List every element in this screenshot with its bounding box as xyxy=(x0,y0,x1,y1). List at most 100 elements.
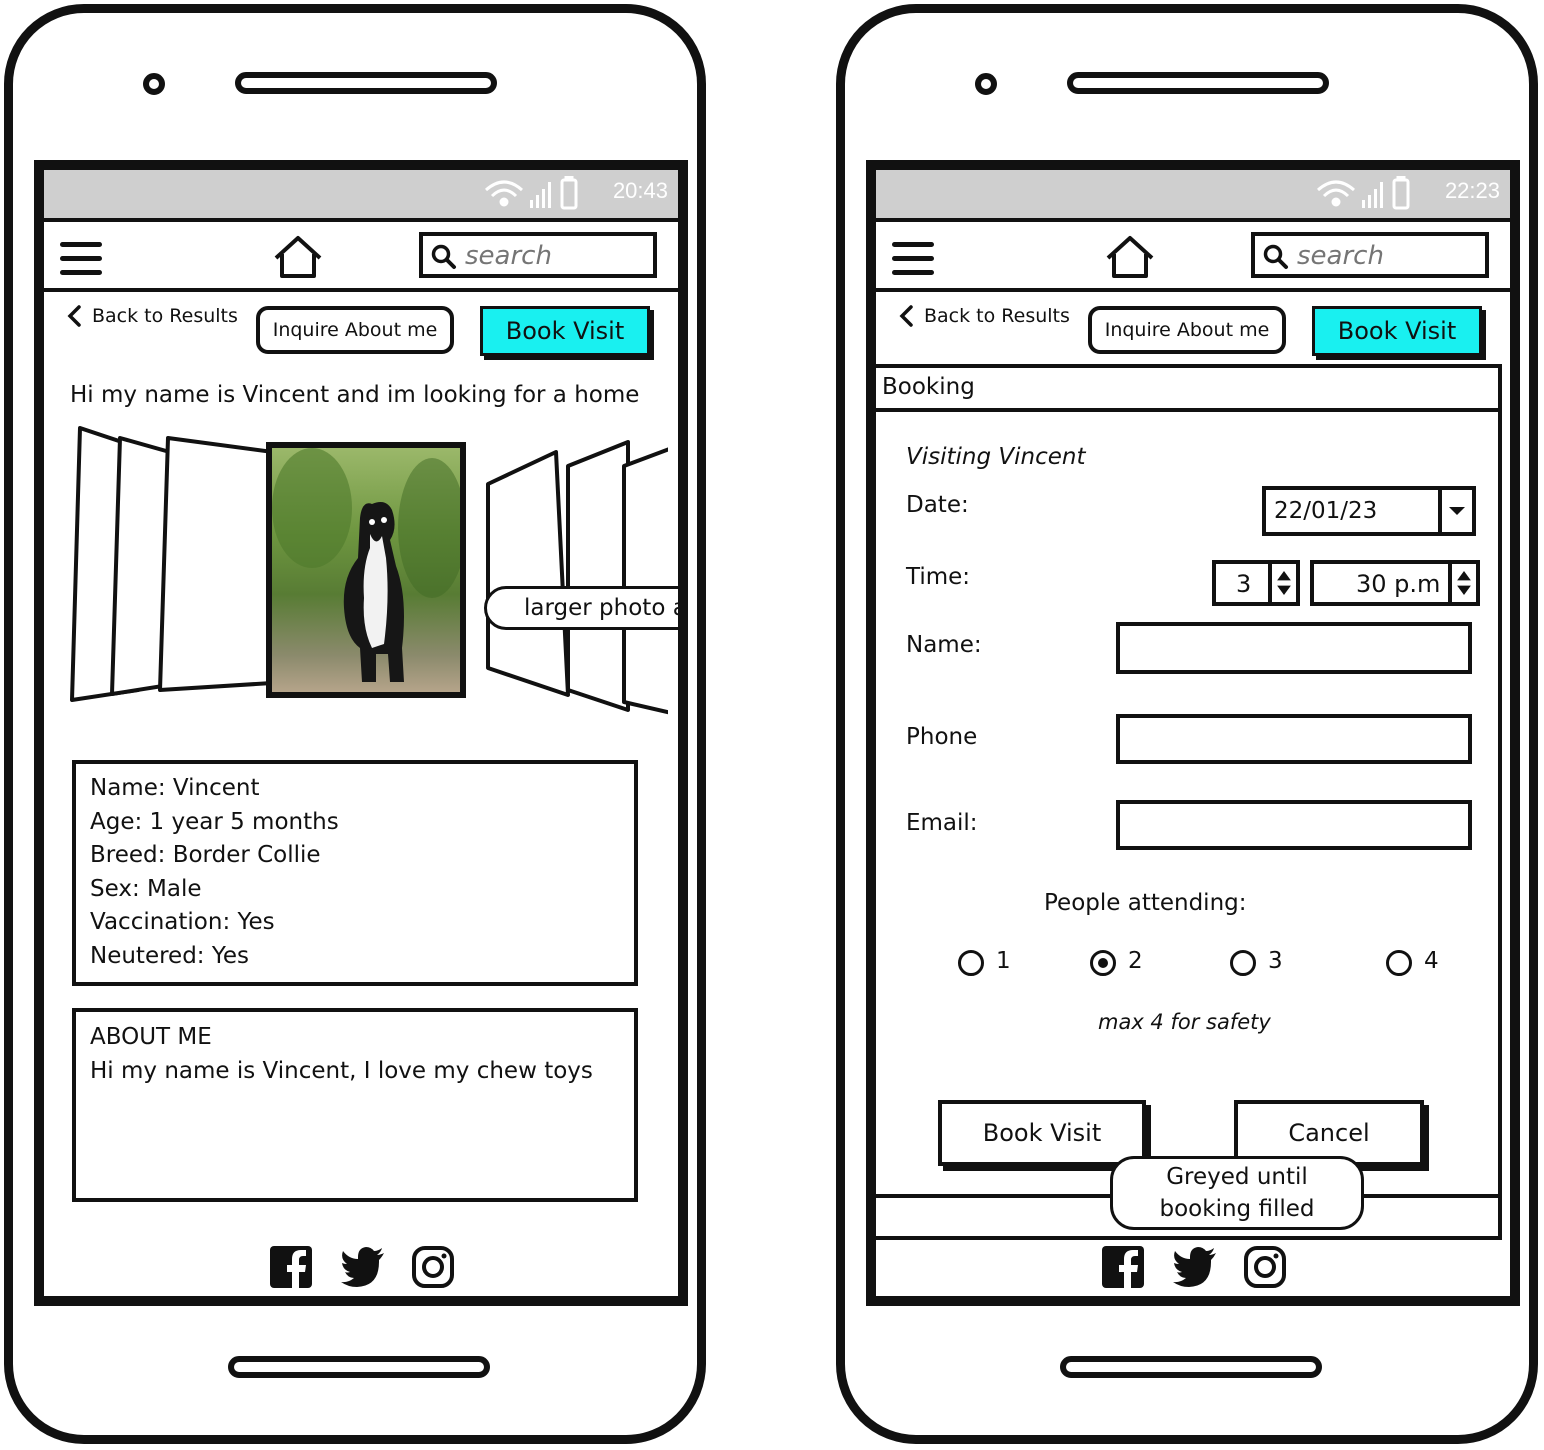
booking-title: Booking xyxy=(882,374,975,400)
status-bar: 20:43 xyxy=(44,170,678,218)
radio-1[interactable] xyxy=(958,950,984,976)
back-label: Back to Results xyxy=(924,305,1070,327)
radio-4[interactable] xyxy=(1386,950,1412,976)
search-icon xyxy=(431,244,456,269)
phone-label: Phone xyxy=(906,724,978,750)
chevron-down-icon[interactable] xyxy=(1438,490,1472,532)
battery-icon xyxy=(1392,176,1410,210)
phone-field[interactable] xyxy=(1116,714,1472,764)
search-icon xyxy=(1263,244,1288,269)
search-input[interactable] xyxy=(463,240,647,272)
search-box[interactable] xyxy=(1251,232,1489,278)
detail-neutered: Neutered: Yes xyxy=(90,942,249,969)
camera-icon xyxy=(975,73,997,95)
radio-3[interactable] xyxy=(1230,950,1256,976)
facebook-icon[interactable] xyxy=(1100,1244,1146,1290)
speaker-grille xyxy=(1067,72,1329,94)
booking-header: Booking xyxy=(876,368,1498,412)
inquire-button[interactable]: Inquire About me xyxy=(1088,306,1286,354)
nav-bar xyxy=(44,218,678,292)
home-icon[interactable] xyxy=(1104,234,1156,280)
about-text: Hi my name is Vincent, I love my chew to… xyxy=(90,1058,593,1084)
instagram-icon[interactable] xyxy=(1242,1244,1288,1290)
name-label: Name: xyxy=(906,632,982,658)
wifi-icon xyxy=(485,180,523,207)
date-label: Date: xyxy=(906,492,969,518)
camera-icon xyxy=(143,73,165,95)
people-label: People attending: xyxy=(1044,890,1247,916)
carousel-card-right-3 xyxy=(622,447,668,715)
right-phone-frame: 22:23 Back to Results Inquire A xyxy=(836,4,1538,1444)
about-title: ABOUT ME xyxy=(90,1024,212,1050)
status-time: 22:23 xyxy=(1444,178,1500,203)
featured-dog-photo xyxy=(266,442,466,698)
minute-stepper[interactable]: 30 p.m xyxy=(1310,560,1480,606)
detail-name: Name: Vincent xyxy=(90,775,260,801)
booking-submit-button[interactable]: Book Visit xyxy=(938,1100,1146,1166)
radio-1-label: 1 xyxy=(996,948,1011,974)
detail-vaccination: Vaccination: Yes xyxy=(90,909,275,936)
facebook-icon[interactable] xyxy=(268,1244,314,1290)
radio-2[interactable] xyxy=(1090,950,1116,976)
right-home-indicator xyxy=(1060,1356,1322,1378)
book-visit-button[interactable]: Book Visit xyxy=(1312,306,1482,356)
hamburger-icon[interactable] xyxy=(60,238,104,278)
email-label: Email: xyxy=(906,810,978,836)
people-option-3[interactable]: 3 xyxy=(1230,948,1300,982)
stepper-icon[interactable] xyxy=(1448,564,1476,602)
details-box: Name: Vincent Age: 1 year 5 months Breed… xyxy=(72,760,638,986)
carousel-card-right-2 xyxy=(566,440,630,712)
inquire-button[interactable]: Inquire About me xyxy=(256,306,454,354)
signal-icon xyxy=(530,182,551,208)
book-visit-button[interactable]: Book Visit xyxy=(480,306,650,356)
twitter-icon[interactable] xyxy=(340,1244,386,1290)
detail-breed: Breed: Border Collie xyxy=(90,842,321,869)
photo-callout-text: larger photo area xyxy=(524,595,687,621)
radio-4-label: 4 xyxy=(1424,948,1439,974)
nav-bar xyxy=(876,218,1510,292)
status-time: 20:43 xyxy=(612,178,668,203)
status-bar: 22:23 xyxy=(876,170,1510,218)
instagram-icon[interactable] xyxy=(410,1244,456,1290)
date-dropdown[interactable]: 22/01/23 xyxy=(1262,486,1476,536)
home-icon[interactable] xyxy=(272,234,324,280)
back-to-results-link[interactable]: Back to Results xyxy=(66,304,238,328)
battery-icon xyxy=(560,176,578,210)
people-option-4[interactable]: 4 xyxy=(1386,948,1456,982)
booking-panel: Booking Visiting Vincent Date: 22/01/23 … xyxy=(876,364,1502,1240)
search-box[interactable] xyxy=(419,232,657,278)
greyed-callout: Greyed until booking filled xyxy=(1110,1156,1364,1230)
back-to-results-link[interactable]: Back to Results xyxy=(898,304,1070,328)
stepper-icon[interactable] xyxy=(1268,564,1296,602)
radio-2-label: 2 xyxy=(1128,948,1143,974)
status-icons xyxy=(485,176,578,210)
left-phone-frame: 20:43 Back to Results Inquire A xyxy=(4,4,706,1444)
name-field[interactable] xyxy=(1116,622,1472,674)
people-option-2[interactable]: 2 xyxy=(1090,948,1160,982)
minute-value: 30 p.m xyxy=(1356,570,1441,598)
wifi-icon xyxy=(1317,180,1355,207)
hamburger-icon[interactable] xyxy=(892,238,936,278)
left-home-indicator xyxy=(228,1356,490,1378)
twitter-icon[interactable] xyxy=(1172,1244,1218,1290)
hour-stepper[interactable]: 3 xyxy=(1212,560,1300,606)
people-option-1[interactable]: 1 xyxy=(958,948,1028,982)
chevron-left-icon xyxy=(899,305,913,327)
headline: Hi my name is Vincent and im looking for… xyxy=(70,382,640,408)
border-collie-icon xyxy=(272,448,466,682)
radio-3-label: 3 xyxy=(1268,948,1283,974)
detail-sex: Sex: Male xyxy=(90,875,202,902)
photo-callout: larger photo area xyxy=(484,586,687,630)
chevron-left-icon xyxy=(67,305,81,327)
speaker-grille xyxy=(235,72,497,94)
hour-value: 3 xyxy=(1236,570,1252,598)
search-input[interactable] xyxy=(1295,240,1479,272)
about-box: ABOUT ME Hi my name is Vincent, I love m… xyxy=(72,1008,638,1202)
email-field[interactable] xyxy=(1116,800,1472,850)
visiting-label: Visiting Vincent xyxy=(906,444,1086,470)
date-value: 22/01/23 xyxy=(1274,498,1378,524)
detail-age: Age: 1 year 5 months xyxy=(90,808,339,835)
right-screen: 22:23 Back to Results Inquire A xyxy=(866,160,1520,1306)
people-note: max 4 for safety xyxy=(1098,1010,1271,1034)
greyed-callout-text: Greyed until booking filled xyxy=(1159,1164,1315,1222)
